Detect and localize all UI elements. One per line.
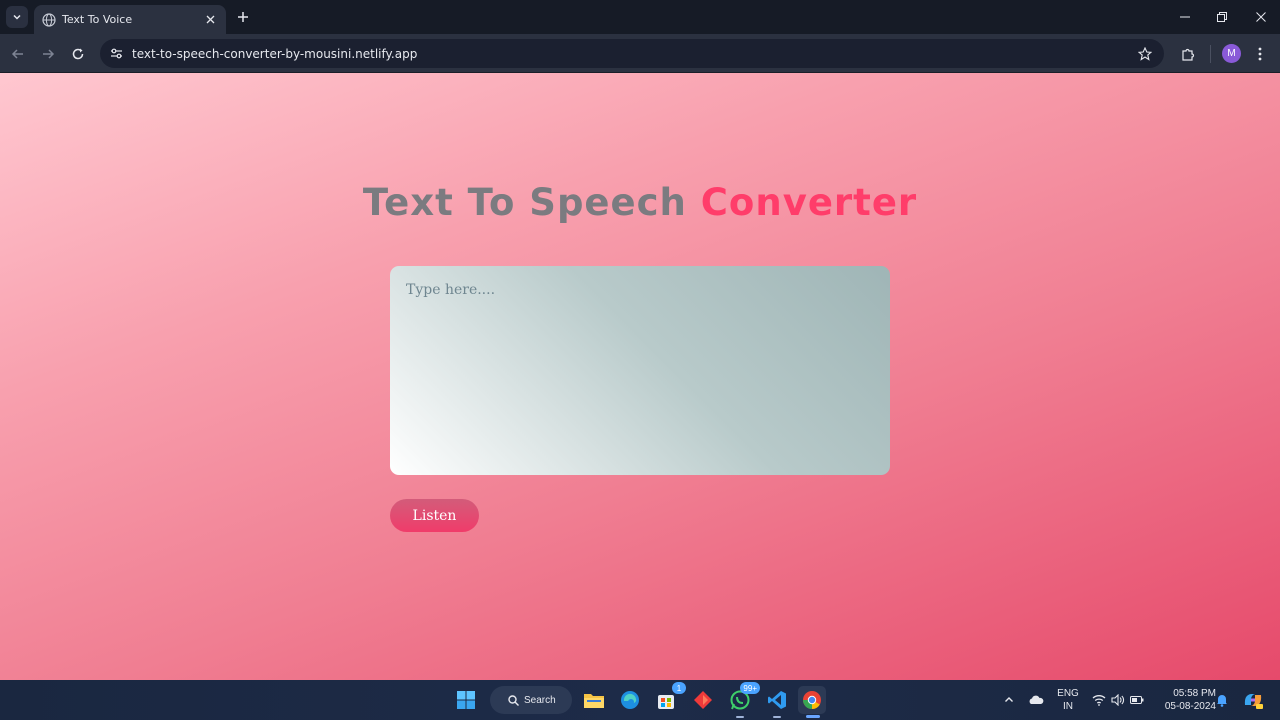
page-title: Text To Speech Converter: [0, 181, 1280, 224]
close-icon: [206, 15, 214, 24]
bookmark-button[interactable]: [1136, 45, 1154, 63]
copilot-button[interactable]: [1239, 686, 1267, 714]
search-icon: [508, 694, 519, 706]
restore-button[interactable]: [1213, 8, 1231, 26]
microsoft-store-taskbar-icon[interactable]: 1: [652, 682, 686, 714]
store-bag-icon: [658, 695, 674, 709]
edge-browser-icon: [621, 691, 639, 709]
volume-icon: [1111, 694, 1125, 706]
url-text: text-to-speech-converter-by-mousini.netl…: [132, 46, 418, 61]
address-bar[interactable]: text-to-speech-converter-by-mousini.netl…: [100, 39, 1164, 68]
wifi-icon: [1092, 695, 1106, 706]
site-info-button[interactable]: [108, 46, 124, 62]
tab-search-button[interactable]: [6, 6, 28, 28]
active-app-indicator: [806, 715, 820, 718]
close-icon: [1256, 12, 1266, 22]
whatsapp-taskbar-icon[interactable]: 99+: [726, 682, 760, 718]
browser-tab-strip: Text To Voice: [0, 0, 1280, 34]
arrow-left-icon: [11, 49, 23, 59]
search-label: Search: [524, 694, 556, 706]
close-window-button[interactable]: [1252, 8, 1270, 26]
browser-tab-active[interactable]: Text To Voice: [34, 5, 226, 34]
chrome-icon: [803, 691, 821, 709]
profile-avatar[interactable]: M: [1222, 44, 1241, 63]
taskbar-search[interactable]: Search: [490, 686, 572, 714]
extensions-button[interactable]: [1178, 44, 1198, 64]
vscode-icon: [768, 691, 786, 709]
chevron-down-icon: [13, 14, 21, 20]
app-taskbar-icon-red[interactable]: [689, 686, 717, 714]
restore-icon: [1217, 12, 1227, 22]
back-button[interactable]: [8, 44, 28, 64]
windows-taskbar: Search 1 99+ ENG IN 05:58 PM 05-08-2024: [0, 680, 1280, 720]
clock-date: 05-08-2024: [1164, 701, 1216, 712]
windows-logo-icon: [457, 691, 475, 709]
vscode-taskbar-icon[interactable]: [763, 686, 791, 718]
file-explorer-taskbar-icon[interactable]: [580, 686, 608, 714]
clock-time: 05:58 PM: [1173, 688, 1216, 699]
puzzle-icon: [1181, 48, 1194, 61]
running-indicator: [773, 716, 781, 718]
input-language-indicator[interactable]: ENG IN: [1052, 687, 1084, 713]
notifications-button[interactable]: [1210, 686, 1234, 714]
battery-icon: [1130, 696, 1144, 704]
listen-button[interactable]: Listen: [390, 499, 479, 532]
title-part-main: Text To Speech: [362, 181, 687, 224]
minimize-button[interactable]: [1176, 8, 1194, 26]
chevron-up-icon: [1005, 697, 1013, 702]
language-code: ENG: [1057, 688, 1079, 699]
toolbar-divider: [1210, 45, 1211, 63]
folder-icon: [584, 694, 604, 708]
onedrive-tray-icon[interactable]: [1022, 686, 1050, 714]
text-input-area[interactable]: [390, 266, 890, 475]
show-hidden-icons-button[interactable]: [995, 686, 1023, 714]
tune-icon: [110, 48, 122, 59]
chrome-taskbar-icon[interactable]: [798, 686, 826, 718]
tab-close-button[interactable]: [202, 12, 218, 28]
region-code: IN: [1063, 701, 1073, 712]
notification-badge: 1: [672, 682, 686, 694]
title-part-accent: Converter: [700, 181, 918, 224]
running-indicator: [736, 716, 744, 718]
diamond-app-icon: [694, 691, 712, 709]
cloud-icon: [1029, 695, 1044, 704]
page-viewport: Text To Speech Converter Listen: [0, 73, 1280, 680]
tab-title: Text To Voice: [62, 13, 133, 26]
globe-icon: [42, 12, 56, 27]
reload-button[interactable]: [68, 44, 88, 64]
plus-icon: [238, 12, 248, 22]
star-icon: [1138, 46, 1152, 61]
quick-settings-button[interactable]: [1088, 686, 1148, 714]
copilot-icon: [1244, 694, 1263, 709]
browser-menu-button[interactable]: [1252, 44, 1268, 64]
minimize-icon: [1180, 16, 1190, 18]
new-tab-button[interactable]: [234, 8, 252, 26]
reload-icon: [72, 48, 84, 60]
notification-badge: 99+: [740, 682, 760, 694]
bell-icon: [1217, 695, 1227, 707]
clock[interactable]: 05:58 PM 05-08-2024: [1154, 687, 1216, 713]
arrow-right-icon: [43, 49, 55, 59]
more-vertical-icon: [1258, 47, 1262, 61]
start-button[interactable]: [452, 686, 480, 714]
forward-button[interactable]: [38, 44, 58, 64]
edge-taskbar-icon[interactable]: [616, 686, 644, 714]
browser-toolbar: text-to-speech-converter-by-mousini.netl…: [0, 34, 1280, 73]
